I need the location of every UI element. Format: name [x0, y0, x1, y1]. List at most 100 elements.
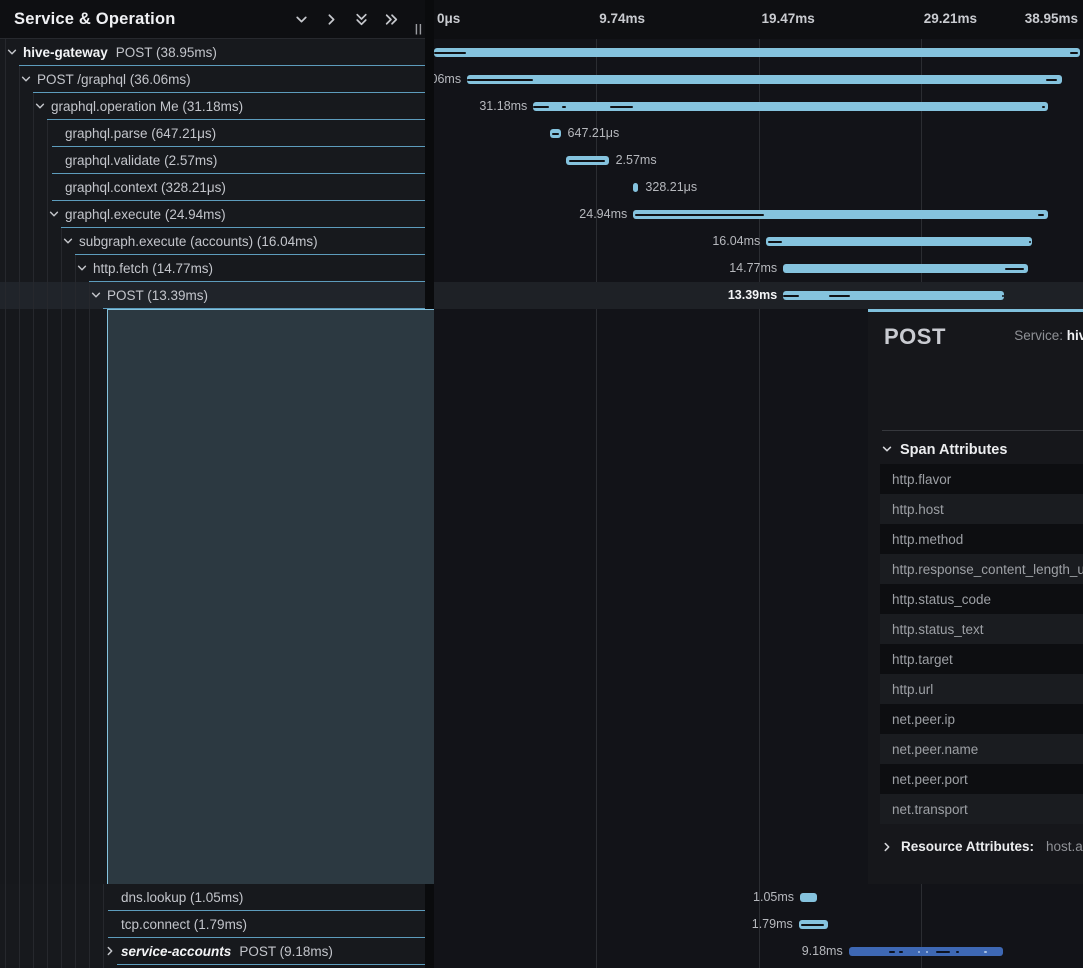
child-span-tick	[889, 951, 895, 954]
chevron-down-icon[interactable]	[89, 288, 103, 302]
timeline-row[interactable]: 31.18ms	[434, 93, 1083, 120]
expand-one-icon[interactable]	[323, 11, 339, 27]
attribute-key: http.url	[880, 682, 1083, 697]
timeline-row[interactable]: 2.57ms	[434, 147, 1083, 174]
operation-name: subgraph.execute (accounts) (16.04ms)	[79, 234, 318, 249]
span-tree-row-content: graphql.validate (2.57ms)	[47, 147, 217, 173]
chevron-spacer	[47, 180, 61, 194]
timeline-row[interactable]: 1.79ms	[434, 911, 1083, 938]
span-tree-row[interactable]: service-accountsPOST (9.18ms)	[0, 938, 425, 965]
row-border	[117, 964, 425, 965]
chevron-spacer	[103, 890, 117, 904]
child-span-tick	[899, 951, 902, 954]
span-bar[interactable]	[783, 264, 1028, 273]
chevron-down-icon[interactable]	[5, 45, 19, 59]
span-tree-row[interactable]: subgraph.execute (accounts) (16.04ms)	[0, 228, 425, 255]
span-tree-row[interactable]: hive-gateway POST (38.95ms)	[0, 39, 425, 66]
timeline-row[interactable]: 13.39ms	[434, 282, 1083, 309]
timeline-row[interactable]: 328.21μs	[434, 174, 1083, 201]
child-span-tick	[1029, 241, 1031, 244]
chevron-right-icon[interactable]	[103, 944, 117, 958]
attribute-row: http.status_text"OK"	[880, 614, 1083, 644]
axis-tick-label: 19.47ms	[762, 11, 815, 26]
span-tree-row-content: hive-gateway POST (38.95ms)	[5, 39, 217, 65]
span-detail-meta: Service: hive-gateway|Duration: 13.39ms|…	[1014, 325, 1083, 413]
span-bar[interactable]	[434, 48, 1080, 57]
span-attributes-title: Span Attributes	[900, 442, 1007, 458]
timeline-row[interactable]: 647.21μs	[434, 120, 1083, 147]
timeline-row[interactable]: 9.18ms	[434, 938, 1083, 965]
span-bar[interactable]	[633, 210, 1048, 219]
span-bar[interactable]	[783, 291, 1004, 300]
child-span-tick	[1046, 79, 1057, 82]
span-tree-row[interactable]: graphql.validate (2.57ms)	[0, 147, 425, 174]
collapse-all-icon[interactable]	[353, 11, 369, 27]
span-tree-row-content: subgraph.execute (accounts) (16.04ms)	[61, 228, 318, 254]
resource-attributes-toggle[interactable]: Resource Attributes:	[901, 839, 1034, 854]
chevron-down-icon[interactable]	[75, 261, 89, 275]
timeline-row[interactable]: 36.06ms	[434, 66, 1083, 93]
span-duration-label: 36.06ms	[434, 66, 467, 93]
span-duration-label: 13.39ms	[728, 282, 783, 309]
detail-meta-line: Library Name: @opentelemetry/instrumenta…	[1014, 369, 1083, 391]
span-duration-label: 9.18ms	[802, 938, 849, 965]
span-attributes-toggle[interactable]: Span Attributes	[881, 442, 1007, 458]
child-span-tick	[783, 295, 798, 298]
span-tree-row[interactable]: tcp.connect (1.79ms)	[0, 911, 425, 938]
span-bar[interactable]	[550, 129, 560, 138]
axis-tick-label: 38.95ms	[1025, 11, 1078, 26]
timeline-row[interactable]: 14.77ms	[434, 255, 1083, 282]
span-tree-row[interactable]: graphql.parse (647.21μs)	[0, 120, 425, 147]
span-tree-row[interactable]: dns.lookup (1.05ms)	[0, 884, 425, 911]
span-tree-row[interactable]: POST /graphql (36.06ms)	[0, 66, 425, 93]
operation-name: POST (38.95ms)	[116, 45, 217, 60]
indent-guide	[103, 884, 104, 968]
span-tree-row[interactable]: POST (13.39ms)	[0, 282, 425, 309]
child-span-tick	[936, 951, 950, 954]
span-bar[interactable]	[799, 920, 828, 929]
span-bar[interactable]	[849, 947, 1003, 956]
timeline-row[interactable]: 1.05ms	[434, 884, 1083, 911]
timeline-row[interactable]: 24.94ms	[434, 201, 1083, 228]
span-bar[interactable]	[533, 102, 1048, 111]
chevron-down-icon[interactable]	[19, 72, 33, 86]
span-bar[interactable]	[800, 893, 817, 902]
child-span-tick	[552, 133, 559, 136]
child-span-tick	[562, 106, 566, 109]
attribute-key: http.status_text	[880, 622, 1083, 637]
span-tree-row[interactable]: graphql.context (328.21μs)	[0, 174, 425, 201]
span-duration-label: 2.57ms	[609, 147, 657, 174]
span-tree-row-content: graphql.parse (647.21μs)	[47, 120, 216, 146]
attribute-row: http.url"http://localhost:4011/"	[880, 674, 1083, 704]
span-tree-row[interactable]: graphql.execute (24.94ms)	[0, 201, 425, 228]
operation-name: graphql.context (328.21μs)	[65, 180, 226, 195]
collapse-one-icon[interactable]	[293, 11, 309, 27]
chevron-down-icon[interactable]	[33, 99, 47, 113]
span-tree-row[interactable]: http.fetch (14.77ms)	[0, 255, 425, 282]
child-span-tick	[434, 52, 466, 55]
operation-name: POST /graphql (36.06ms)	[37, 72, 191, 87]
expand-all-icon[interactable]	[383, 11, 399, 27]
span-bar[interactable]	[566, 156, 609, 165]
meta-label: Service:	[1014, 328, 1067, 343]
timeline-row[interactable]: 16.04ms	[434, 228, 1083, 255]
attribute-key: net.peer.ip	[880, 712, 1083, 727]
operation-name: dns.lookup (1.05ms)	[121, 890, 243, 905]
span-tree-row-content: http.fetch (14.77ms)	[75, 255, 213, 281]
timeline-row[interactable]	[434, 39, 1083, 66]
panel-resize-grip[interactable]: ||	[415, 23, 423, 35]
chevron-down-icon[interactable]	[47, 207, 61, 221]
attribute-row: net.peer.ip"::1"	[880, 704, 1083, 734]
span-tree-row[interactable]: graphql.operation Me (31.18ms)	[0, 93, 425, 120]
attribute-row: http.method"POST"	[880, 524, 1083, 554]
service-operation-title: Service & Operation	[0, 10, 293, 29]
tree-toolbar	[293, 11, 425, 27]
span-bar[interactable]	[467, 75, 1062, 84]
service-name: hive-gateway	[23, 45, 108, 60]
span-tree-row-content: graphql.execute (24.94ms)	[47, 201, 226, 227]
detail-meta-line: Service: hive-gateway|Duration: 13.39ms|…	[1014, 325, 1083, 347]
span-tree-row-content: POST (13.39ms)	[89, 282, 208, 308]
attribute-row: http.status_code200	[880, 584, 1083, 614]
span-bar[interactable]	[766, 237, 1032, 246]
chevron-down-icon[interactable]	[61, 234, 75, 248]
